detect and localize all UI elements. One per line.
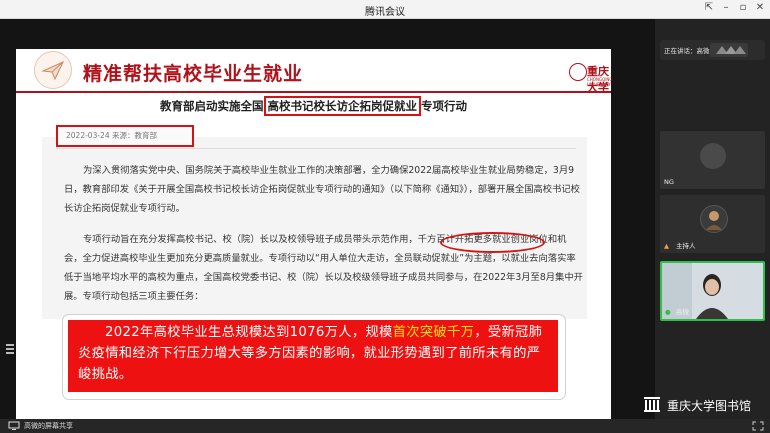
screen-share-bar: 高微的屏幕共享 [0, 419, 770, 433]
headline-marked: 高校书记校长访企拓岗促就业 [263, 96, 421, 116]
maximize-icon[interactable]: ▫ [736, 2, 750, 13]
pin-icon[interactable]: ⇱ [702, 2, 716, 13]
callout-part-1: 2022年高校毕业生总规模达到1076万人，规模 [105, 325, 393, 340]
microphone-icon: ● [665, 308, 671, 316]
article-meta: 2022-03-24 来源：教育部 [66, 131, 157, 140]
window-titlebar: 腾讯会议 ⇱ – ▫ ✕ [0, 0, 770, 19]
presentation-slide: 精准帮扶高校毕业生就业 重庆大学 CHONGQING UNIVERSITY 教育… [16, 49, 613, 421]
paper-plane-logo-icon [34, 51, 72, 89]
headline-prefix: 教育部启动实施全国 [160, 99, 264, 113]
slide-title: 精准帮扶高校毕业生就业 [83, 63, 304, 85]
shared-screen-area: 精准帮扶高校毕业生就业 重庆大学 CHONGQING UNIVERSITY 教育… [0, 19, 655, 421]
screen-share-icon [8, 421, 20, 430]
participant-name: 高微 [676, 308, 689, 316]
headline-suffix: 专项行动 [421, 99, 467, 113]
callout-highlight: 首次突破千万 [392, 325, 475, 340]
highlight-oval [440, 232, 545, 253]
avatar [700, 143, 726, 169]
fullscreen-icon[interactable] [752, 421, 764, 431]
article-meta-box: 2022-03-24 来源：教育部 [56, 125, 194, 147]
library-watermark: 重庆大学图书馆 [641, 392, 766, 414]
meta-divider [56, 148, 576, 149]
screen-share-label: 高微的屏幕共享 [24, 422, 73, 430]
participant-tile[interactable]: 主持人 ▲ [660, 195, 765, 253]
avatar [700, 205, 728, 233]
callout-red-panel: 2022年高校毕业生总规模达到1076万人，规模首次突破千万，受新冠肺炎疫情和经… [68, 320, 558, 392]
host-icon: ▲ [664, 242, 669, 250]
participant-tile-active[interactable]: 高微 ● [660, 261, 765, 321]
view-toggle-icon[interactable] [710, 43, 748, 57]
participant-sidebar: 正在讲话：高微; NG 主持人 ▲ 高微 ● [655, 19, 770, 419]
university-name-en: CHONGQING UNIVERSITY [587, 77, 613, 87]
article-paragraph-1: 为深入贯彻落实党中央、国务院关于高校毕业生就业工作的决策部署，全力确保2022届… [64, 165, 580, 214]
speaking-label: 正在讲话：高微; [664, 47, 712, 55]
library-logo-icon [644, 397, 660, 412]
callout-text: 2022年高校毕业生总规模达到1076万人，规模首次突破千万，受新冠肺炎疫情和经… [78, 322, 550, 385]
participant-name: 主持人 [676, 242, 696, 250]
speaking-indicator: 正在讲话：高微; [660, 40, 765, 60]
article-headline: 教育部启动实施全国 高校书记校长访企拓岗促就业 专项行动 [16, 96, 611, 116]
side-menu-handle-icon[interactable] [4, 341, 16, 355]
library-name: 重庆大学图书馆 [667, 399, 752, 413]
participant-name: NG [664, 178, 674, 186]
callout-box: 2022年高校毕业生总规模达到1076万人，规模首次突破千万，受新冠肺炎疫情和经… [62, 314, 566, 400]
close-icon[interactable]: ✕ [753, 2, 767, 13]
minimize-icon[interactable]: – [719, 2, 733, 13]
window-title: 腾讯会议 [365, 7, 405, 18]
participant-tile[interactable]: NG [660, 131, 765, 189]
title-divider [16, 91, 611, 93]
university-emblem-icon [569, 63, 587, 81]
